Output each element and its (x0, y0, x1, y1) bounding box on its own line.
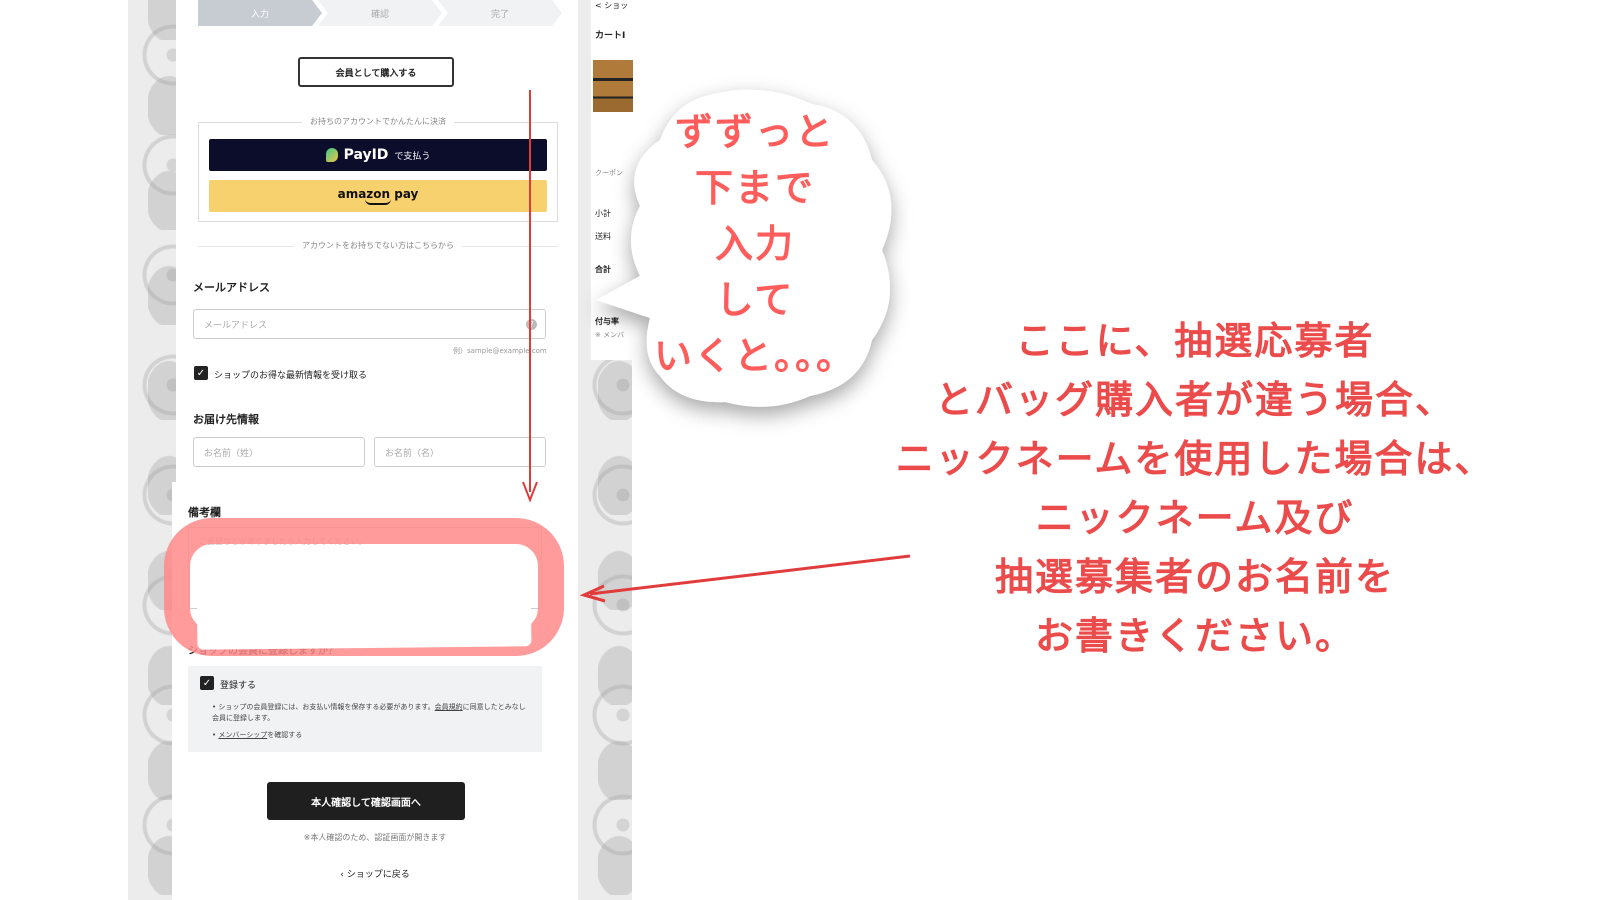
shipping-label: お届け先情報 (193, 413, 259, 426)
step-confirm: 確認 (318, 0, 442, 26)
membership-note: • メンバーシップを確認する (212, 731, 303, 739)
registration-box: ✓ 登録する • ショップの会員登録には、お支払い情報を保存する必要があります。… (188, 666, 542, 752)
summary-total: 合計 (595, 265, 611, 274)
payid-button[interactable]: PayID で支払う (209, 139, 547, 171)
email-placeholder: メールアドレス (204, 320, 268, 331)
email-label: メールアドレス (193, 281, 270, 294)
register-label: 登録する (220, 681, 257, 691)
newsletter-label: ショップのお得な最新情報を受け取る (214, 371, 368, 381)
order-summary: < ショッ カートI クーポン 小計 送料 合計 付与率 ※ メンバ (590, 0, 633, 360)
registration-note: • ショップの会員登録には、お支払い情報を保存する必要があります。会員規約に同意… (212, 703, 526, 722)
quick-pay-box: お持ちのアカウントでかんたんに決済 PayID で支払う amazon pay (198, 117, 558, 222)
payid-logo-icon (325, 148, 338, 162)
register-checkbox[interactable]: ✓ (200, 676, 214, 690)
first-name-input[interactable]: お名前（名） (374, 437, 546, 467)
summary-back[interactable]: < ショッ (595, 0, 628, 11)
summary-shipping: 送料 (595, 232, 611, 241)
step-complete: 完了 (438, 0, 562, 26)
step-input: 入力 (198, 0, 322, 26)
no-account-divider: アカウントをお持ちでない方はこちらから (198, 240, 558, 251)
newsletter-checkbox[interactable]: ✓ (194, 366, 208, 380)
decorative-pattern-left (128, 0, 176, 900)
quick-pay-legend: お持ちのアカウントでかんたんに決済 (302, 117, 454, 126)
email-hint: 例）sample@example.com (453, 347, 547, 355)
speech-bubble-text: ずずっと 下まで 入力 して いくと。。。 (653, 110, 856, 378)
summary-points: 付与率 (595, 317, 619, 326)
back-to-shop-link[interactable]: ‹ ショップに戻る (172, 867, 578, 880)
left-arrow-line (589, 554, 911, 596)
submit-button[interactable]: 本人確認して確認画面へ (267, 782, 465, 820)
instruction-annotation: ここに、抽選応募者 とバッグ購入者が違う場合、 ニックネームを使用した場合は、 … (895, 319, 1495, 658)
highlight-whiteout (196, 554, 532, 650)
checkout-form-top: 入力 確認 完了 会員として購入する お持ちのアカウントでかんたんに決済 Pay… (176, 0, 578, 482)
email-input[interactable]: メールアドレス ? (193, 309, 546, 339)
membership-link[interactable]: メンバーシップ (218, 731, 267, 739)
summary-subtotal: 小計 (595, 209, 611, 218)
submit-note: ※本人確認のため、認証画面が開きます (303, 833, 447, 842)
summary-cart-title: カートI (595, 31, 626, 41)
payid-wordmark: PayID (343, 147, 389, 163)
summary-coupon[interactable]: クーポン (595, 168, 623, 178)
help-icon[interactable]: ? (526, 319, 537, 330)
amazon-pay-label: amazon pay (337, 187, 419, 201)
terms-link[interactable]: 会員規約 (435, 703, 463, 711)
amazon-pay-button[interactable]: amazon pay (209, 180, 547, 212)
last-name-input[interactable]: お名前（姓） (193, 437, 365, 467)
checkout-stepper: 入力 確認 完了 (198, 0, 562, 26)
product-thumbnail (593, 60, 633, 112)
summary-member: ※ メンバ (595, 331, 625, 339)
buy-as-member-button[interactable]: 会員として購入する (298, 57, 454, 87)
payid-suffix: で支払う (394, 151, 431, 162)
